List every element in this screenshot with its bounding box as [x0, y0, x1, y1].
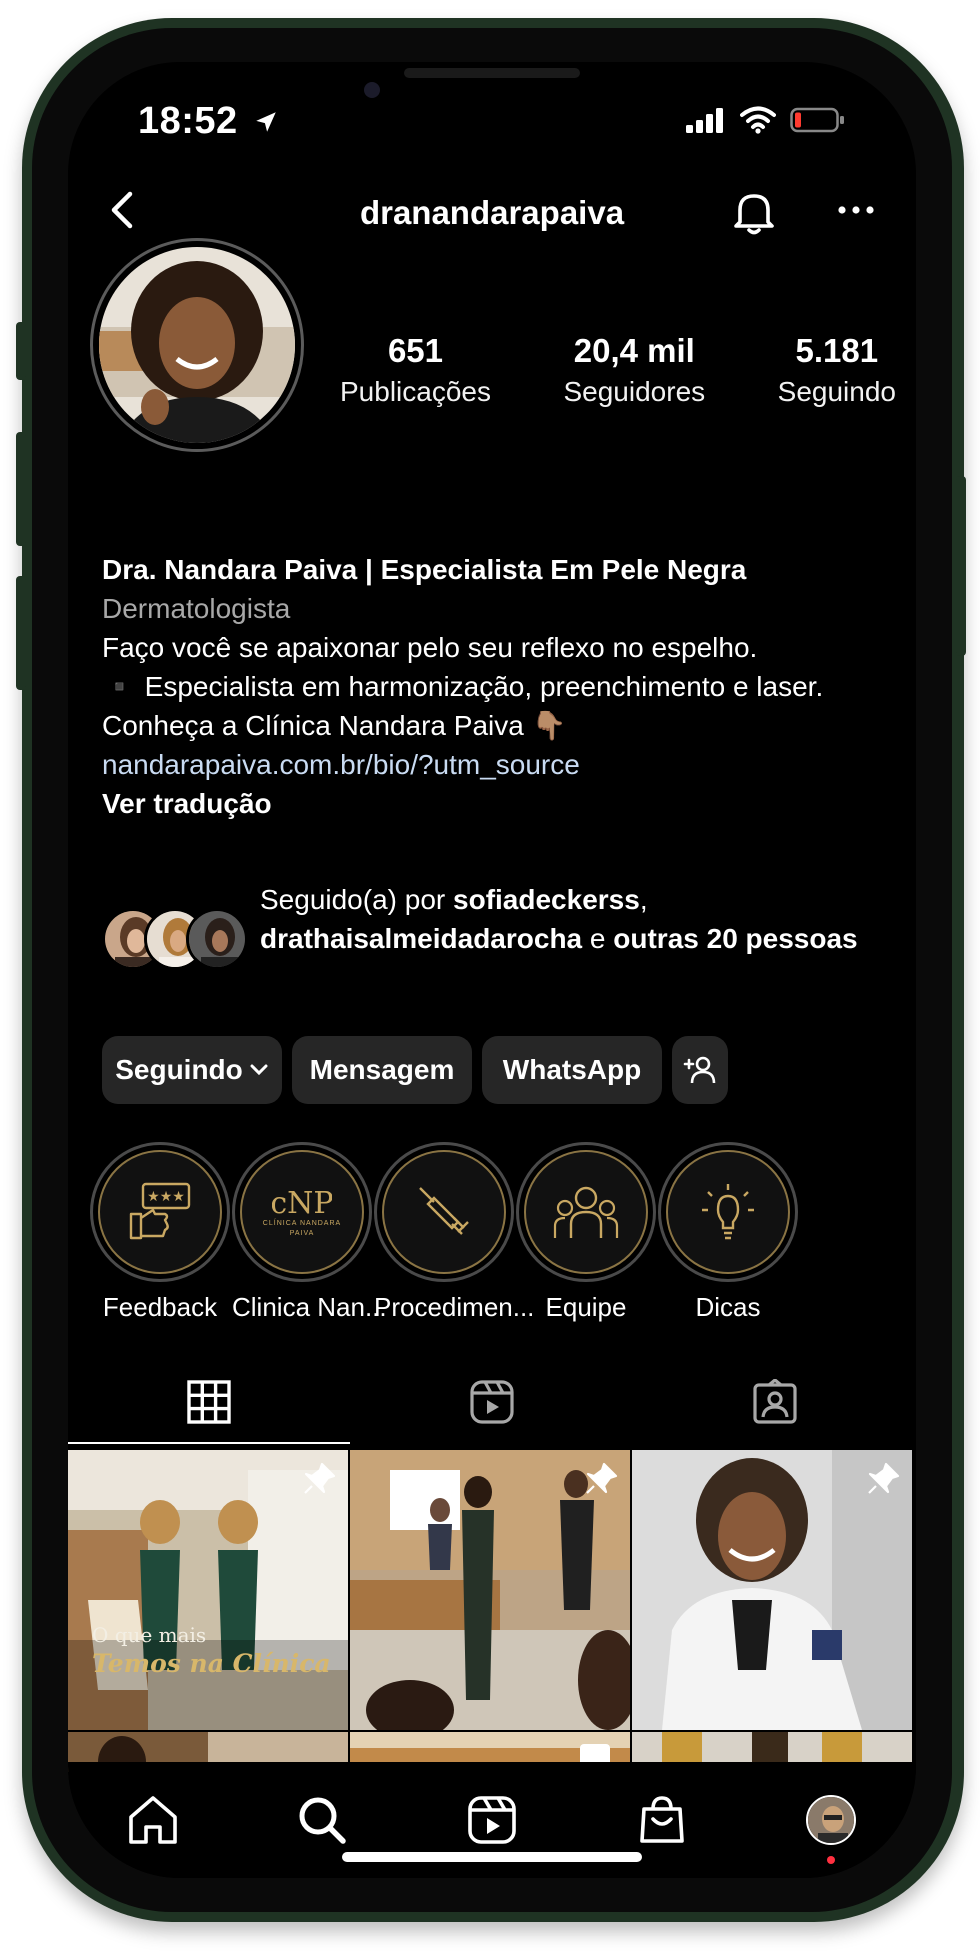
search-icon	[299, 1797, 347, 1844]
stat-value: 20,4 mil	[573, 332, 695, 369]
profile-avatar[interactable]	[90, 238, 304, 452]
highlight-label: Equipe	[545, 1292, 627, 1322]
profile-actions: Seguindo Mensagem WhatsApp	[102, 1036, 728, 1104]
status-time: 18:52	[138, 100, 279, 143]
own-avatar	[806, 1795, 857, 1845]
highlight-feedback[interactable]: ★★★ Feedback	[90, 1142, 230, 1322]
highlight-label: Clinica Nan...	[232, 1292, 387, 1322]
more-options-icon[interactable]	[836, 202, 876, 218]
feedback-icon: ★★★	[129, 1182, 191, 1240]
stat-posts[interactable]: 651 Publicações	[340, 332, 491, 408]
followed-by[interactable]: Seguido(a) por sofiadeckerss, drathaisalm…	[102, 880, 882, 972]
mutual-avatar	[186, 908, 248, 970]
mutual-user[interactable]: drathaisalmeidadarocha	[260, 923, 582, 954]
post-caption-line: Temos na Clínica	[92, 1649, 331, 1678]
stat-label: Seguidores	[563, 376, 706, 407]
chevron-down-icon	[250, 1064, 268, 1076]
location-arrow-icon	[256, 112, 276, 132]
stat-label: Seguindo	[777, 376, 896, 407]
svg-text:★★★: ★★★	[147, 1189, 185, 1205]
shopping-bag-icon	[639, 1796, 684, 1843]
home-indicator[interactable]	[342, 1852, 642, 1862]
whatsapp-button[interactable]: WhatsApp	[482, 1036, 662, 1104]
profile-tabs	[68, 1362, 916, 1442]
phone-side-button	[16, 576, 26, 690]
active-tab-indicator	[68, 1442, 350, 1444]
bio-line: Faço você se apaixonar pelo seu reflexo …	[102, 632, 758, 663]
battery-low-icon	[790, 107, 844, 133]
clinic-logo-icon: cNP	[272, 1186, 332, 1219]
status-icons	[686, 106, 846, 134]
syringe-icon	[419, 1187, 469, 1235]
reels-icon	[470, 1380, 514, 1424]
highlight-clinic[interactable]: cNP CLÍNICA NANDARA PAIVA Clinica Nan...	[232, 1142, 387, 1322]
profile-username: dranandarapaiva	[359, 194, 625, 231]
post-thumbnail[interactable]: O que mais Temos na Clínica	[68, 1450, 348, 1730]
reels-icon	[468, 1796, 516, 1844]
bio-link[interactable]: nandarapaiva.com.br/bio/?utm_source	[102, 745, 882, 784]
stat-value: 5.181	[795, 332, 879, 369]
tab-posts-grid[interactable]	[68, 1362, 351, 1442]
posts-grid: O que mais Temos na Clínica	[68, 1450, 916, 1772]
profile-full-name: Dra. Nandara Paiva | Especialista Em Pel…	[102, 554, 747, 585]
wifi-icon	[740, 106, 776, 134]
post-caption-line: O que mais	[92, 1623, 207, 1647]
highlight-label: Procedimen...	[374, 1292, 535, 1322]
tab-tagged[interactable]	[633, 1362, 916, 1442]
stat-following[interactable]: 5.181 Seguindo	[778, 332, 896, 408]
highlight-tips[interactable]: Dicas	[658, 1142, 798, 1322]
phone-side-button	[16, 322, 26, 380]
stat-value: 651	[387, 332, 444, 369]
post-caption: O que mais Temos na Clínica	[92, 1623, 331, 1678]
lightbulb-icon	[702, 1184, 754, 1240]
message-button[interactable]: Mensagem	[292, 1036, 472, 1104]
highlight-procedures[interactable]: Procedimen...	[374, 1142, 535, 1322]
followed-by-text: Seguido(a) por sofiadeckerss, drathaisalm…	[260, 884, 858, 954]
tagged-icon	[753, 1379, 797, 1424]
profile-category: Dermatologista	[102, 593, 291, 624]
team-icon	[553, 1186, 619, 1238]
highlight-label: Dicas	[695, 1292, 761, 1322]
bio-line: ▪️ Especialista em harmonização, preench…	[102, 671, 824, 702]
tab-reels[interactable]	[351, 1362, 634, 1442]
mutual-others[interactable]: outras 20 pessoas	[613, 923, 857, 954]
post-thumbnail[interactable]	[350, 1450, 630, 1730]
nav-home[interactable]	[125, 1792, 181, 1848]
translate-link[interactable]: Ver tradução	[102, 784, 882, 823]
phone-side-button	[956, 476, 966, 656]
clinic-logo-text: CLÍNICA NANDARA PAIVA	[262, 1220, 342, 1237]
avatar-photo	[99, 247, 295, 443]
signal-icon	[686, 108, 723, 133]
front-camera	[364, 82, 380, 98]
story-highlights: ★★★ Feedback cNP CLÍNICA NANDARA PAIVA C…	[88, 1142, 916, 1322]
svg-text:cNP: cNP	[272, 1186, 332, 1219]
mutual-user[interactable]: sofiadeckerss	[453, 884, 640, 915]
stat-label: Publicações	[340, 376, 491, 407]
nav-reels[interactable]	[464, 1792, 520, 1848]
pin-icon	[304, 1462, 336, 1494]
bio-line: Conheça a Clínica Nandara Paiva 👇🏽	[102, 710, 567, 741]
add-user-icon	[683, 1056, 716, 1084]
nav-search[interactable]	[294, 1792, 350, 1848]
stat-followers[interactable]: 20,4 mil Seguidores	[563, 332, 705, 408]
profile-stats: 651 Publicações 20,4 mil Seguidores 5.18…	[340, 332, 896, 408]
suggest-users-button[interactable]	[672, 1036, 728, 1104]
mutual-followers-avatars	[102, 908, 254, 972]
pin-icon	[586, 1462, 618, 1494]
highlight-label: Feedback	[102, 1292, 218, 1322]
following-button[interactable]: Seguindo	[102, 1036, 282, 1104]
screen: 18:52 dranandarapaiva 651 Publicações 20…	[68, 62, 916, 1878]
nav-profile[interactable]	[803, 1792, 859, 1864]
nav-shop[interactable]	[634, 1792, 690, 1848]
profile-bio: Dra. Nandara Paiva | Especialista Em Pel…	[102, 550, 882, 823]
grid-icon	[187, 1380, 232, 1424]
highlight-team[interactable]: Equipe	[516, 1142, 656, 1322]
post-thumbnail[interactable]	[632, 1450, 912, 1730]
home-icon	[128, 1796, 177, 1844]
phone-side-button	[16, 432, 26, 546]
bell-icon[interactable]	[730, 188, 778, 236]
speaker	[404, 68, 580, 78]
pin-icon	[868, 1462, 900, 1494]
notification-dot	[827, 1856, 836, 1864]
